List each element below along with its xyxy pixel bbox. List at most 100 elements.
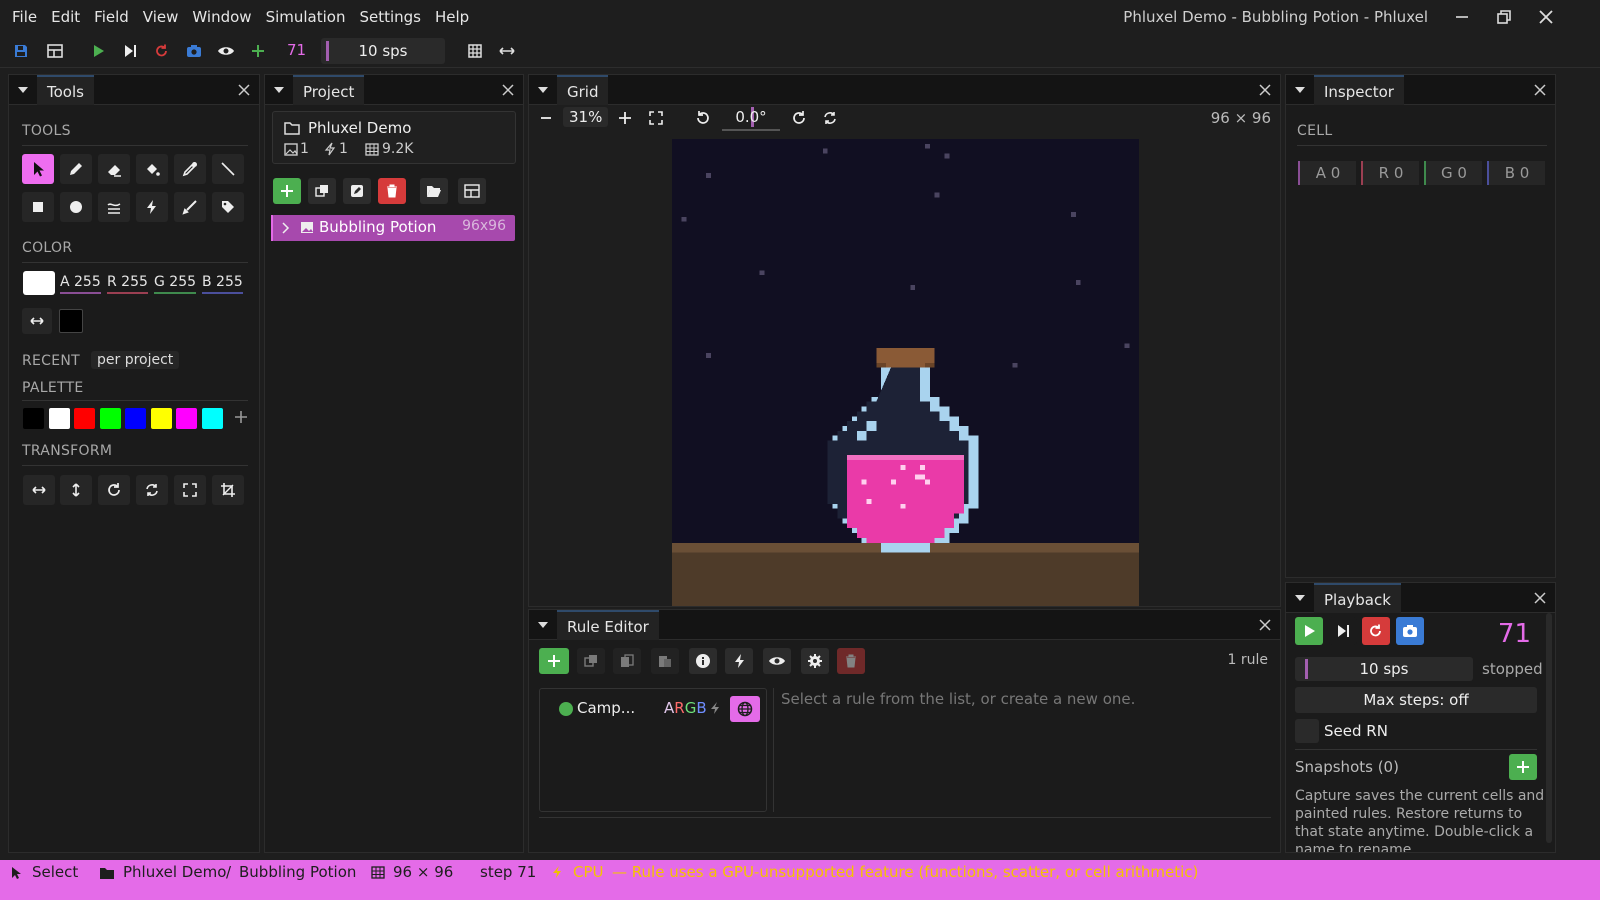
- delete-rule-button[interactable]: [837, 648, 865, 674]
- tag-tool[interactable]: [212, 192, 244, 222]
- rotate-180-icon[interactable]: [136, 475, 168, 505]
- tab-playback[interactable]: Playback: [1314, 583, 1401, 613]
- menu-help[interactable]: Help: [428, 0, 476, 34]
- menu-simulation[interactable]: Simulation: [259, 0, 353, 34]
- rotate-ccw-icon[interactable]: [695, 110, 711, 126]
- project-card[interactable]: Phluxel Demo 1 1 9.2K: [272, 111, 516, 164]
- spray-tool[interactable]: [98, 192, 130, 222]
- tab-inspector[interactable]: Inspector: [1314, 75, 1404, 105]
- zoom-out-icon[interactable]: [539, 111, 553, 125]
- rotation-field[interactable]: 0.0°: [722, 105, 780, 131]
- secondary-color-swatch[interactable]: [59, 309, 83, 333]
- delete-button[interactable]: [378, 178, 406, 204]
- palette-swatch[interactable]: [48, 408, 70, 429]
- globe-icon[interactable]: [730, 696, 760, 722]
- camera-icon[interactable]: [184, 41, 204, 61]
- pencil-tool[interactable]: [60, 154, 92, 184]
- menu-field[interactable]: Field: [87, 0, 136, 34]
- color-alpha-field[interactable]: A 255: [60, 272, 101, 294]
- palette-swatch[interactable]: [23, 408, 44, 429]
- fit-view-icon[interactable]: [649, 111, 663, 125]
- open-folder-button[interactable]: [420, 178, 448, 204]
- preview-button[interactable]: [763, 648, 791, 674]
- add-field-button[interactable]: [273, 178, 301, 204]
- playback-scrollbar[interactable]: [1546, 613, 1552, 843]
- chevron-right-icon[interactable]: [281, 222, 291, 234]
- menu-settings[interactable]: Settings: [352, 0, 428, 34]
- palette-swatch[interactable]: [99, 408, 121, 429]
- edit-button[interactable]: [343, 178, 371, 204]
- ellipse-tool[interactable]: [60, 192, 92, 222]
- fit-width-icon[interactable]: [497, 41, 517, 61]
- duplicate-button[interactable]: [308, 178, 336, 204]
- flip-horizontal-icon[interactable]: [23, 475, 55, 505]
- menu-file[interactable]: File: [0, 0, 44, 34]
- fill-tool[interactable]: [136, 154, 168, 184]
- menu-window[interactable]: Window: [185, 0, 258, 34]
- close-icon[interactable]: [501, 83, 515, 97]
- collapse-icon[interactable]: [1294, 592, 1306, 604]
- menu-edit[interactable]: Edit: [44, 0, 87, 34]
- collapse-icon[interactable]: [17, 84, 29, 96]
- speed-slider[interactable]: 10 sps: [1295, 657, 1473, 681]
- zoom-level[interactable]: 31%: [563, 107, 609, 127]
- add-rule-button[interactable]: [539, 648, 569, 674]
- flip-vertical-icon[interactable]: [60, 475, 92, 505]
- fullscreen-icon[interactable]: [174, 475, 206, 505]
- swap-colors-icon[interactable]: [22, 308, 52, 334]
- field-item-bubbling-potion[interactable]: Bubbling Potion 96x96: [271, 215, 515, 241]
- play-icon[interactable]: [88, 41, 108, 61]
- tab-project[interactable]: Project: [293, 75, 365, 105]
- max-steps-button[interactable]: Max steps: off: [1295, 687, 1537, 713]
- minimize-icon[interactable]: [1452, 7, 1472, 27]
- tab-rule-editor[interactable]: Rule Editor: [557, 610, 659, 640]
- toolbar-speed-slider[interactable]: 10 sps: [321, 38, 445, 64]
- settings-button[interactable]: [801, 648, 829, 674]
- close-icon[interactable]: [1533, 591, 1547, 605]
- eyedropper-tool[interactable]: [174, 154, 206, 184]
- reset-icon[interactable]: [152, 41, 172, 61]
- lightning-tool[interactable]: [136, 192, 168, 222]
- line-tool[interactable]: [212, 154, 244, 184]
- collapse-icon[interactable]: [537, 619, 549, 631]
- zoom-in-icon[interactable]: [618, 111, 632, 125]
- snapshot-button[interactable]: [1396, 617, 1424, 645]
- info-button[interactable]: [689, 648, 717, 674]
- close-window-icon[interactable]: [1536, 7, 1556, 27]
- color-green-field[interactable]: G 255: [154, 272, 197, 294]
- grid-icon[interactable]: [465, 41, 485, 61]
- step-button[interactable]: [1329, 617, 1357, 645]
- palette-swatch[interactable]: [74, 408, 95, 429]
- add-icon[interactable]: [248, 41, 268, 61]
- collapse-icon[interactable]: [537, 84, 549, 96]
- lightning-button[interactable]: [725, 648, 753, 674]
- brush-tool[interactable]: [174, 192, 206, 222]
- collapse-icon[interactable]: [273, 84, 285, 96]
- rotate-cw-icon[interactable]: [98, 475, 130, 505]
- color-red-field[interactable]: R 255: [107, 272, 148, 294]
- palette-swatch[interactable]: [150, 408, 172, 429]
- close-icon[interactable]: [237, 83, 251, 97]
- add-palette-color-icon[interactable]: [233, 409, 249, 425]
- layout-icon[interactable]: [45, 41, 65, 61]
- tab-grid[interactable]: Grid: [557, 75, 609, 105]
- rule-item[interactable]: Camp... ARGB: [540, 689, 766, 725]
- crop-icon[interactable]: [212, 475, 244, 505]
- palette-swatch[interactable]: [176, 408, 197, 429]
- close-icon[interactable]: [1258, 618, 1272, 632]
- color-blue-field[interactable]: B 255: [202, 272, 243, 294]
- paste-rule-button[interactable]: [651, 648, 679, 674]
- eraser-tool[interactable]: [98, 154, 130, 184]
- close-icon[interactable]: [1258, 83, 1272, 97]
- palette-swatch[interactable]: [201, 408, 223, 429]
- pixel-canvas[interactable]: [672, 139, 1139, 606]
- select-tool[interactable]: [22, 154, 54, 184]
- add-snapshot-button[interactable]: [1509, 754, 1537, 780]
- rotate-cw-icon[interactable]: [791, 110, 807, 126]
- close-icon[interactable]: [1533, 83, 1547, 97]
- seed-checkbox[interactable]: [1295, 719, 1319, 743]
- reset-rotation-icon[interactable]: [822, 110, 838, 126]
- tab-tools[interactable]: Tools: [37, 75, 94, 105]
- copy-rule-button[interactable]: [613, 648, 641, 674]
- rectangle-tool[interactable]: [22, 192, 54, 222]
